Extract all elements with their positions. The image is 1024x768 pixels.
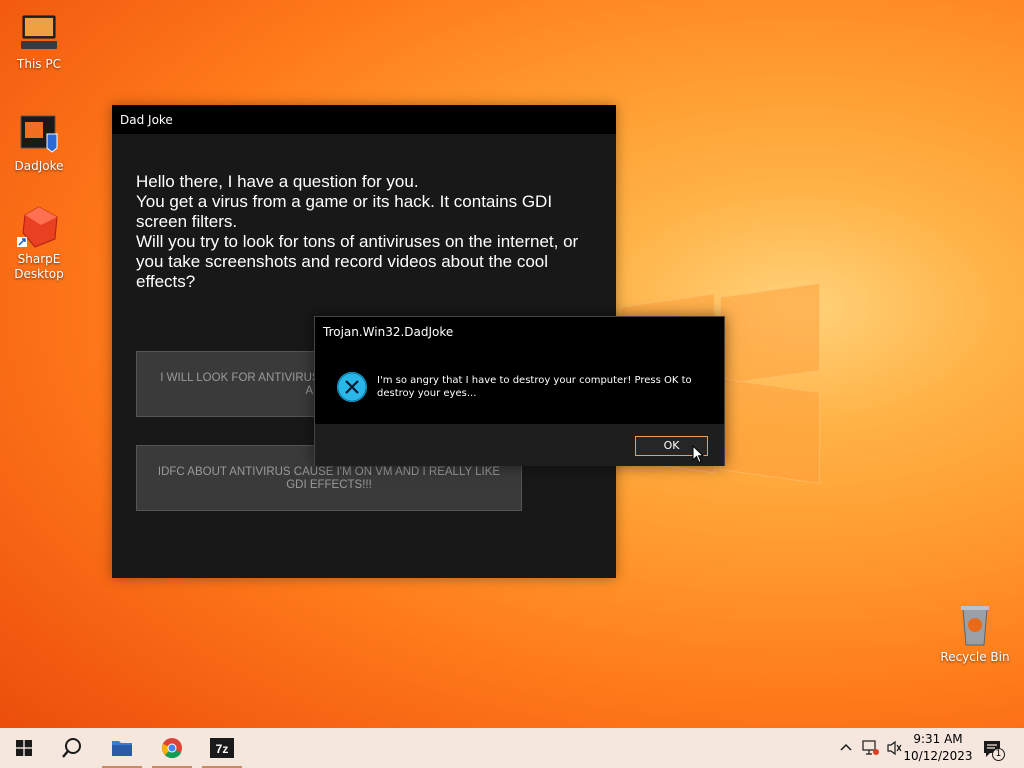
message-box-title: Trojan.Win32.DadJoke <box>323 325 454 339</box>
taskbar: 7z 9:31 AM 10/12/2023 1 <box>0 728 1024 768</box>
dadjoke-app-icon <box>17 112 61 156</box>
clock-time: 9:31 AM <box>913 732 963 746</box>
notification-count-badge: 1 <box>992 748 1005 761</box>
message-box-body: I'm so angry that I have to destroy your… <box>315 347 724 424</box>
search-icon <box>62 738 81 758</box>
clock-date: 10/12/2023 <box>903 749 973 763</box>
computer-icon <box>17 10 61 54</box>
sharpe-cube-icon <box>17 205 61 249</box>
network-icon[interactable] <box>862 740 880 756</box>
clock[interactable]: 9:31 AM 10/12/2023 <box>900 731 976 765</box>
window-title: Dad Joke <box>112 105 616 134</box>
error-message-box: Trojan.Win32.DadJoke I'm so angry that I… <box>314 316 725 466</box>
start-icon <box>16 740 32 756</box>
search-button[interactable] <box>48 728 96 768</box>
mouse-cursor-icon <box>692 445 704 464</box>
desktop-icon-dadjoke[interactable]: DadJoke <box>2 112 76 174</box>
question-text: Hello there, I have a question for you. … <box>136 172 579 291</box>
message-text: I'm so angry that I have to destroy your… <box>377 375 692 399</box>
error-icon <box>337 372 367 402</box>
desktop-icon-sharpe-desktop[interactable]: SharpE Desktop <box>2 205 76 282</box>
desktop-icon-recycle-bin[interactable]: Recycle Bin <box>938 603 1012 665</box>
notification-center-button[interactable]: 1 <box>982 738 1005 761</box>
file-explorer-icon <box>112 741 132 756</box>
desktop-icon-label: Recycle Bin <box>940 650 1010 664</box>
taskbar-7zip[interactable]: 7z <box>198 728 246 768</box>
desktop-icon-label: This PC <box>17 57 61 71</box>
taskbar-chrome[interactable] <box>148 728 196 768</box>
taskbar-file-explorer[interactable] <box>98 728 146 768</box>
svg-text:7z: 7z <box>216 742 229 756</box>
desktop-icon-label: SharpE Desktop <box>14 252 64 281</box>
chrome-icon <box>162 738 182 759</box>
recycle-bin-icon <box>953 603 997 647</box>
chevron-up-icon[interactable] <box>840 742 852 754</box>
message-box-footer: OK <box>315 424 724 466</box>
desktop-icon-this-pc[interactable]: This PC <box>2 10 76 72</box>
start-button[interactable] <box>0 728 48 768</box>
7zip-icon: 7z <box>210 738 234 758</box>
desktop-icon-label: DadJoke <box>14 159 64 173</box>
